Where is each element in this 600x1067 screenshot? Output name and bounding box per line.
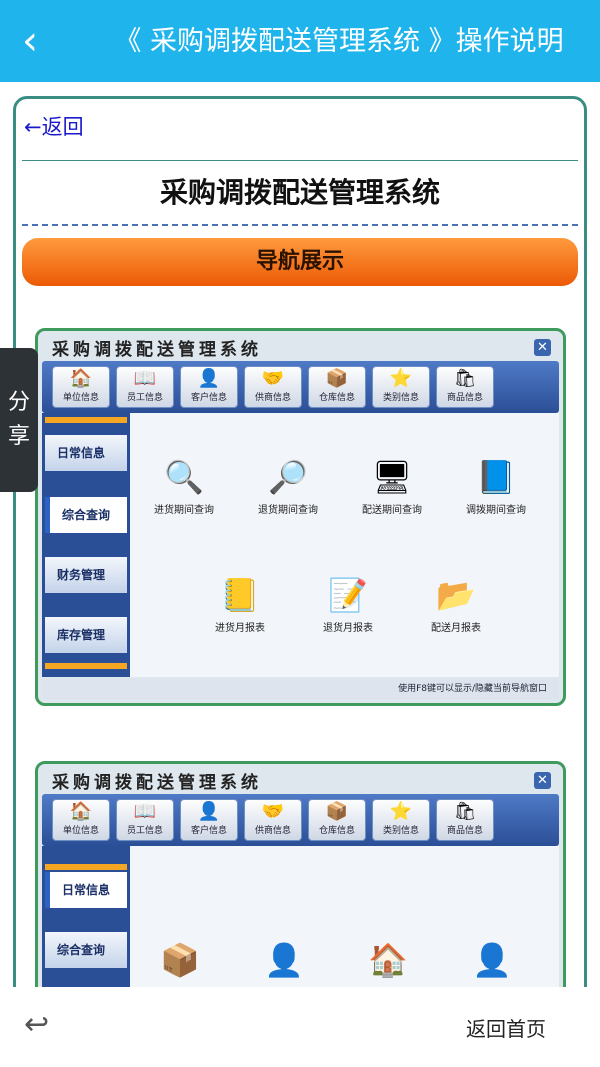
content-title: 采购调拨配送管理系统 [159,176,440,209]
status-bar: 使用F8键可以显示/隐藏当前导航窗口 [42,679,559,699]
function-transfer-query: 📘 调拨期间查询 [446,457,546,516]
sidebar-item-query: 综合查询 [45,932,127,968]
person-icon: 👤 [197,368,221,389]
toolbar-product-info: 🛍 商品信息 [436,366,494,408]
toolbar-category-info: ⭐ 类别信息 [372,799,430,841]
window-title: 采购调拨配送管理系统 [52,773,262,793]
dashed-divider [22,224,578,226]
building-icon: 🏠 [69,801,93,822]
app-screenshot-2: 采购调拨配送管理系统 ✕ 🏠 单位信息 📖 员工信息 👤 客户信息 🤝 供商信息 📦 仓库… [35,761,566,1013]
toolbar-staff-info: 📖 员工信息 [116,799,174,841]
house-icon: 🏠 [368,941,408,979]
nav-display-button[interactable]: 导航展示 [22,238,578,286]
goods-icon: 🛍 [453,801,477,822]
sidebar-item-finance: 财务管理 [45,557,127,593]
function-icon: 📦 [130,940,230,980]
sidebar-accent [45,417,127,423]
toolbar-category-info: ⭐ 类别信息 [372,366,430,408]
function-delivery-report: 📂 配送月报表 [406,575,506,634]
back-link[interactable]: ←返回 [24,111,84,141]
monitor-icon: 🖥 [371,458,413,496]
handshake-icon: 🤝 [261,801,285,822]
toolbar-customer-info: 👤 客户信息 [180,366,238,408]
function-return-report: 📝 退货月报表 [298,575,398,634]
function-purchase-query: 🔍 进货期间查询 [134,457,234,516]
building-icon: 🏠 [69,368,93,389]
user-clock-icon: 👤 [472,941,512,979]
sidebar-item-daily: 日常信息 [45,435,127,471]
page-header-title: 《 采购调拨配送管理系统 》操作说明 [114,26,564,57]
close-icon: ✕ [534,772,551,789]
toolbar-unit-info: 🏠 单位信息 [52,366,110,408]
box-icon: 📦 [160,941,200,979]
undo-arrow-icon[interactable]: ↩ [24,1007,49,1042]
toolbar-supplier-info: 🤝 供商信息 [244,799,302,841]
rss-folder-icon: 📂 [436,576,476,614]
toolbar-supplier-info: 🤝 供商信息 [244,366,302,408]
warehouse-icon: 📦 [325,368,349,389]
notepad-icon: 📒 [220,576,260,614]
sidebar-item-query: 综合查询 [45,497,127,533]
top-bar: ‹ 《 采购调拨配送管理系统 》操作说明 [0,0,600,82]
toolbar: 🏠 单位信息 📖 员工信息 👤 客户信息 🤝 供商信息 📦 仓库信息 ⭐ 类别信息 🛍 商品信… [42,794,559,846]
sidebar-item-daily: 日常信息 [45,872,127,908]
function-purchase-report: 📒 进货月报表 [190,575,290,634]
toolbar-customer-info: 👤 客户信息 [180,799,238,841]
search-book-icon: 🔍 [164,458,204,496]
app-screenshot-1: 采购调拨配送管理系统 ✕ 🏠 单位信息 📖 员工信息 👤 客户信息 🤝 供商信息 📦 仓库… [35,328,566,706]
toolbar: 🏠 单位信息 📖 员工信息 👤 客户信息 🤝 供商信息 📦 仓库信息 ⭐ 类别信息 🛍 商品信… [42,361,559,413]
content-card: ←返回 采购调拨配送管理系统 导航展示 采购调拨配送管理系统 ✕ 🏠 单位信息 📖… [13,96,587,1016]
window-title: 采购调拨配送管理系统 [52,340,262,360]
toolbar-product-info: 🛍 商品信息 [436,799,494,841]
function-icon: 👤 [442,940,542,980]
person-bag-icon: 👤 [264,941,304,979]
goods-icon: 🛍 [453,368,477,389]
person-icon: 👤 [197,801,221,822]
close-icon: ✕ [534,339,551,356]
function-icon: 🏠 [338,940,438,980]
magnifier-icon: 🔎 [268,458,308,496]
bottom-bar: ↩ 返回首页 [0,987,600,1067]
sidebar-accent [45,663,127,669]
book-icon: 📖 [133,368,157,389]
share-button[interactable]: 分享 [0,348,38,492]
star-icon: ⭐ [389,368,413,389]
warehouse-icon: 📦 [325,801,349,822]
toolbar-staff-info: 📖 员工信息 [116,366,174,408]
book-search-icon: 📘 [476,458,516,496]
function-return-query: 🔎 退货期间查询 [238,457,338,516]
home-button[interactable]: 返回首页 [466,1013,546,1042]
sidebar: 日常信息 综合查询 财务管理 库存管理 [42,413,130,677]
handshake-icon: 🤝 [261,368,285,389]
main-panel: 🔍 进货期间查询 🔎 退货期间查询 🖥 配送期间查询 📘 调拨期间查询 📒 进货月报表 📝… [130,413,559,677]
sidebar-accent [45,864,127,870]
function-icon: 👤 [234,940,334,980]
toolbar-unit-info: 🏠 单位信息 [52,799,110,841]
edit-note-icon: 📝 [328,576,368,614]
back-icon[interactable]: ‹ [22,18,62,64]
divider [22,160,578,161]
book-icon: 📖 [133,801,157,822]
function-delivery-query: 🖥 配送期间查询 [342,457,442,516]
star-icon: ⭐ [389,801,413,822]
toolbar-warehouse-info: 📦 仓库信息 [308,366,366,408]
sidebar-item-inventory: 库存管理 [45,617,127,653]
toolbar-warehouse-info: 📦 仓库信息 [308,799,366,841]
